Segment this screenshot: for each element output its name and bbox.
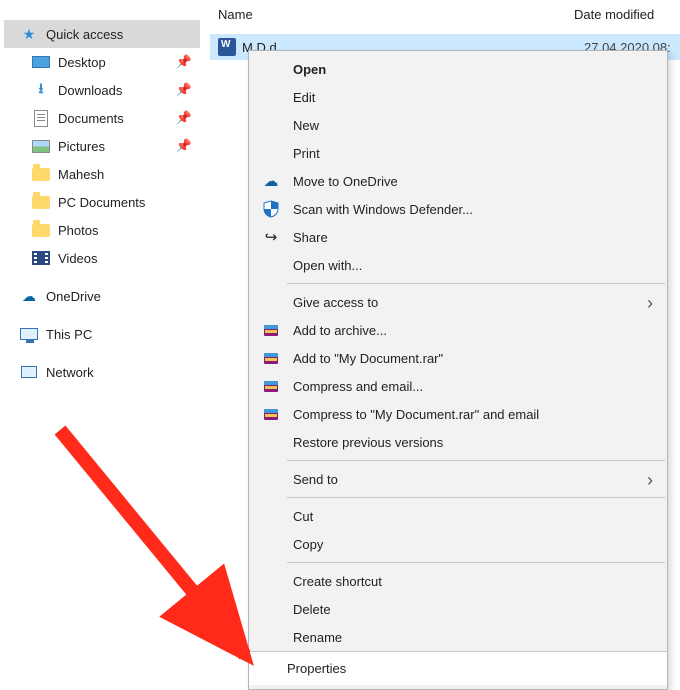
menu-open[interactable]: Open: [249, 55, 667, 83]
onedrive-icon: ☁: [20, 287, 38, 305]
sidebar-item-label: This PC: [46, 327, 92, 342]
pictures-icon: [32, 140, 50, 153]
pc-icon: [20, 328, 38, 340]
sidebar-item-quick-access[interactable]: ★ Quick access: [4, 20, 200, 48]
menu-label: Scan with Windows Defender...: [293, 202, 473, 217]
sidebar-item-label: Network: [46, 365, 94, 380]
menu-separator: [287, 460, 665, 461]
share-icon: ↪: [261, 227, 281, 247]
sidebar-item-label: OneDrive: [46, 289, 101, 304]
menu-share[interactable]: ↪ Share: [249, 223, 667, 251]
menu-add-archive[interactable]: Add to archive...: [249, 316, 667, 344]
column-header-date[interactable]: Date modified: [570, 7, 680, 22]
pin-icon: 📌: [176, 82, 192, 98]
sidebar-item-pc-documents[interactable]: PC Documents: [4, 188, 200, 216]
sidebar-item-downloads[interactable]: ⭳ Downloads 📌: [4, 76, 200, 104]
onedrive-icon: ☁: [261, 171, 281, 191]
menu-label: Share: [293, 230, 328, 245]
sidebar-item-label: Mahesh: [58, 167, 104, 182]
winrar-icon: [261, 376, 281, 396]
sidebar-item-label: Photos: [58, 223, 98, 238]
context-menu: Open Edit New Print ☁ Move to OneDrive S…: [248, 50, 668, 690]
menu-label: Add to archive...: [293, 323, 387, 338]
menu-label: Compress to "My Document.rar" and email: [293, 407, 539, 422]
column-header-name[interactable]: Name: [210, 7, 570, 22]
menu-label: Move to OneDrive: [293, 174, 398, 189]
menu-label: Give access to: [293, 295, 378, 310]
menu-move-onedrive[interactable]: ☁ Move to OneDrive: [249, 167, 667, 195]
sidebar-item-label: Quick access: [46, 27, 123, 42]
menu-label: Send to: [293, 472, 338, 487]
sidebar-item-label: Downloads: [58, 83, 122, 98]
menu-compress-rar-email[interactable]: Compress to "My Document.rar" and email: [249, 400, 667, 428]
shield-icon: [261, 199, 281, 219]
sidebar-item-this-pc[interactable]: This PC: [4, 320, 200, 348]
winrar-icon: [261, 320, 281, 340]
menu-label: Add to "My Document.rar": [293, 351, 443, 366]
folder-icon: [32, 224, 50, 237]
menu-delete[interactable]: Delete: [249, 595, 667, 623]
document-icon: [34, 110, 48, 127]
menu-separator: [287, 497, 665, 498]
sidebar-item-label: PC Documents: [58, 195, 145, 210]
menu-restore-versions[interactable]: Restore previous versions: [249, 428, 667, 456]
sidebar-item-label: Desktop: [58, 55, 106, 70]
sidebar-item-pictures[interactable]: Pictures 📌: [4, 132, 200, 160]
download-icon: ⭳: [32, 81, 50, 99]
menu-cut[interactable]: Cut: [249, 502, 667, 530]
winrar-icon: [261, 348, 281, 368]
winrar-icon: [261, 404, 281, 424]
sidebar-item-label: Videos: [58, 251, 98, 266]
menu-open-with[interactable]: Open with...: [249, 251, 667, 279]
desktop-icon: [32, 56, 50, 68]
menu-give-access[interactable]: Give access to ›: [249, 288, 667, 316]
sidebar-item-network[interactable]: Network: [4, 358, 200, 386]
folder-icon: [32, 168, 50, 181]
pin-icon: 📌: [176, 110, 192, 126]
sidebar-item-label: Pictures: [58, 139, 105, 154]
pin-icon: 📌: [176, 54, 192, 70]
sidebar-item-documents[interactable]: Documents 📌: [4, 104, 200, 132]
menu-send-to[interactable]: Send to ›: [249, 465, 667, 493]
sidebar-item-label: Documents: [58, 111, 124, 126]
sidebar-item-videos[interactable]: Videos: [4, 244, 200, 272]
video-icon: [32, 251, 50, 265]
pin-icon: 📌: [176, 138, 192, 154]
navigation-tree: ★ Quick access Desktop 📌 ⭳ Downloads 📌 D…: [4, 20, 200, 386]
menu-edit[interactable]: Edit: [249, 83, 667, 111]
menu-rename[interactable]: Rename: [249, 623, 667, 651]
menu-label: Compress and email...: [293, 379, 423, 394]
sidebar-item-photos[interactable]: Photos: [4, 216, 200, 244]
menu-print[interactable]: Print: [249, 139, 667, 167]
menu-add-rar[interactable]: Add to "My Document.rar": [249, 344, 667, 372]
menu-defender-scan[interactable]: Scan with Windows Defender...: [249, 195, 667, 223]
sidebar-item-mahesh[interactable]: Mahesh: [4, 160, 200, 188]
menu-copy[interactable]: Copy: [249, 530, 667, 558]
menu-create-shortcut[interactable]: Create shortcut: [249, 567, 667, 595]
sidebar-item-desktop[interactable]: Desktop 📌: [4, 48, 200, 76]
word-doc-icon: [218, 38, 236, 56]
menu-separator: [287, 283, 665, 284]
sidebar-item-onedrive[interactable]: ☁ OneDrive: [4, 282, 200, 310]
chevron-right-icon: ›: [647, 470, 653, 491]
menu-separator: [287, 562, 665, 563]
menu-compress-email[interactable]: Compress and email...: [249, 372, 667, 400]
folder-icon: [32, 196, 50, 209]
network-icon: [21, 366, 37, 378]
chevron-right-icon: ›: [647, 293, 653, 314]
star-icon: ★: [20, 25, 38, 43]
menu-new[interactable]: New: [249, 111, 667, 139]
